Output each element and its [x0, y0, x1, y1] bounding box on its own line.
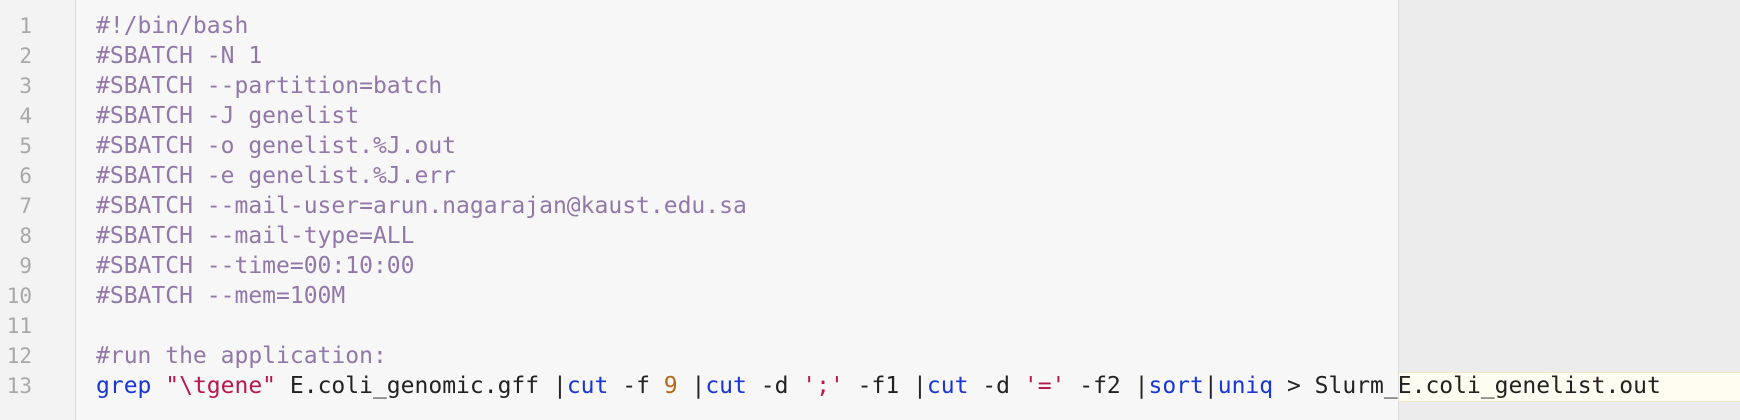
token-delimiter: '=' [1023, 373, 1066, 399]
token-sort: sort [1148, 373, 1204, 399]
token-grep: grep [96, 373, 152, 399]
token-cut: cut [926, 373, 969, 399]
token-cut: cut [566, 373, 609, 399]
code-line-sbatch-partition[interactable]: #SBATCH --partition=batch [96, 71, 442, 101]
code-text-area[interactable]: #!/bin/bash #SBATCH -N 1 #SBATCH --parti… [76, 0, 1661, 420]
line-number: 1 [19, 14, 32, 38]
line-number: 6 [19, 164, 32, 188]
code-line-sbatch-mem[interactable]: #SBATCH --mem=100M [96, 281, 345, 311]
token-pipe: | [1203, 373, 1218, 399]
editor-right-margin [1399, 0, 1740, 420]
token-uniq: uniq [1217, 373, 1274, 399]
code-line-sbatch-nodes[interactable]: #SBATCH -N 1 [96, 41, 262, 71]
token-option: -d [968, 373, 1024, 399]
token-option: -f2 | [1065, 373, 1149, 399]
token-field-number: 9 [663, 373, 678, 399]
line-number: 13 [6, 374, 32, 398]
code-editor[interactable]: 1 2 3 4 5 6 7 8 9 10 11 12 13 #!/bin/bas… [0, 0, 1740, 420]
token-redirect: > Slurm_E.coli_genelist.out [1273, 373, 1661, 399]
token-delimiter: ';' [802, 373, 844, 399]
line-number: 2 [19, 44, 32, 68]
code-line-sbatch-time[interactable]: #SBATCH --time=00:10:00 [96, 251, 415, 281]
line-number: 10 [6, 284, 32, 308]
code-line-shebang[interactable]: #!/bin/bash [96, 11, 248, 41]
line-number: 7 [19, 194, 32, 218]
code-line-sbatch-jobname[interactable]: #SBATCH -J genelist [96, 101, 359, 131]
line-number-gutter: 1 2 3 4 5 6 7 8 9 10 11 12 13 [0, 0, 76, 420]
token-option: -f1 | [843, 373, 927, 399]
code-line-sbatch-error[interactable]: #SBATCH -e genelist.%J.err [96, 161, 456, 191]
line-number: 4 [19, 104, 32, 128]
token-file: E.coli_genomic.gff | [276, 373, 567, 399]
token-cut: cut [705, 373, 747, 399]
line-number: 5 [19, 134, 32, 158]
line-number: 8 [19, 224, 32, 248]
code-line-sbatch-mail-type[interactable]: #SBATCH --mail-type=ALL [96, 221, 415, 251]
code-line-sbatch-output[interactable]: #SBATCH -o genelist.%J.out [96, 131, 456, 161]
token-option: -d [746, 373, 803, 399]
line-number: 3 [19, 74, 32, 98]
code-line-command[interactable]: grep "\tgene" E.coli_genomic.gff |cut -f… [96, 371, 1661, 401]
token-pattern: "\tgene" [165, 373, 277, 399]
code-line-run-comment[interactable]: #run the application: [96, 341, 387, 371]
code-line-sbatch-mail-user[interactable]: #SBATCH --mail-user=arun.nagarajan@kaust… [96, 191, 747, 221]
token-pipe: | [677, 373, 706, 399]
line-number: 12 [6, 344, 32, 368]
line-number: 11 [6, 314, 32, 338]
line-number: 9 [19, 254, 32, 278]
token-option: -f [608, 373, 664, 399]
